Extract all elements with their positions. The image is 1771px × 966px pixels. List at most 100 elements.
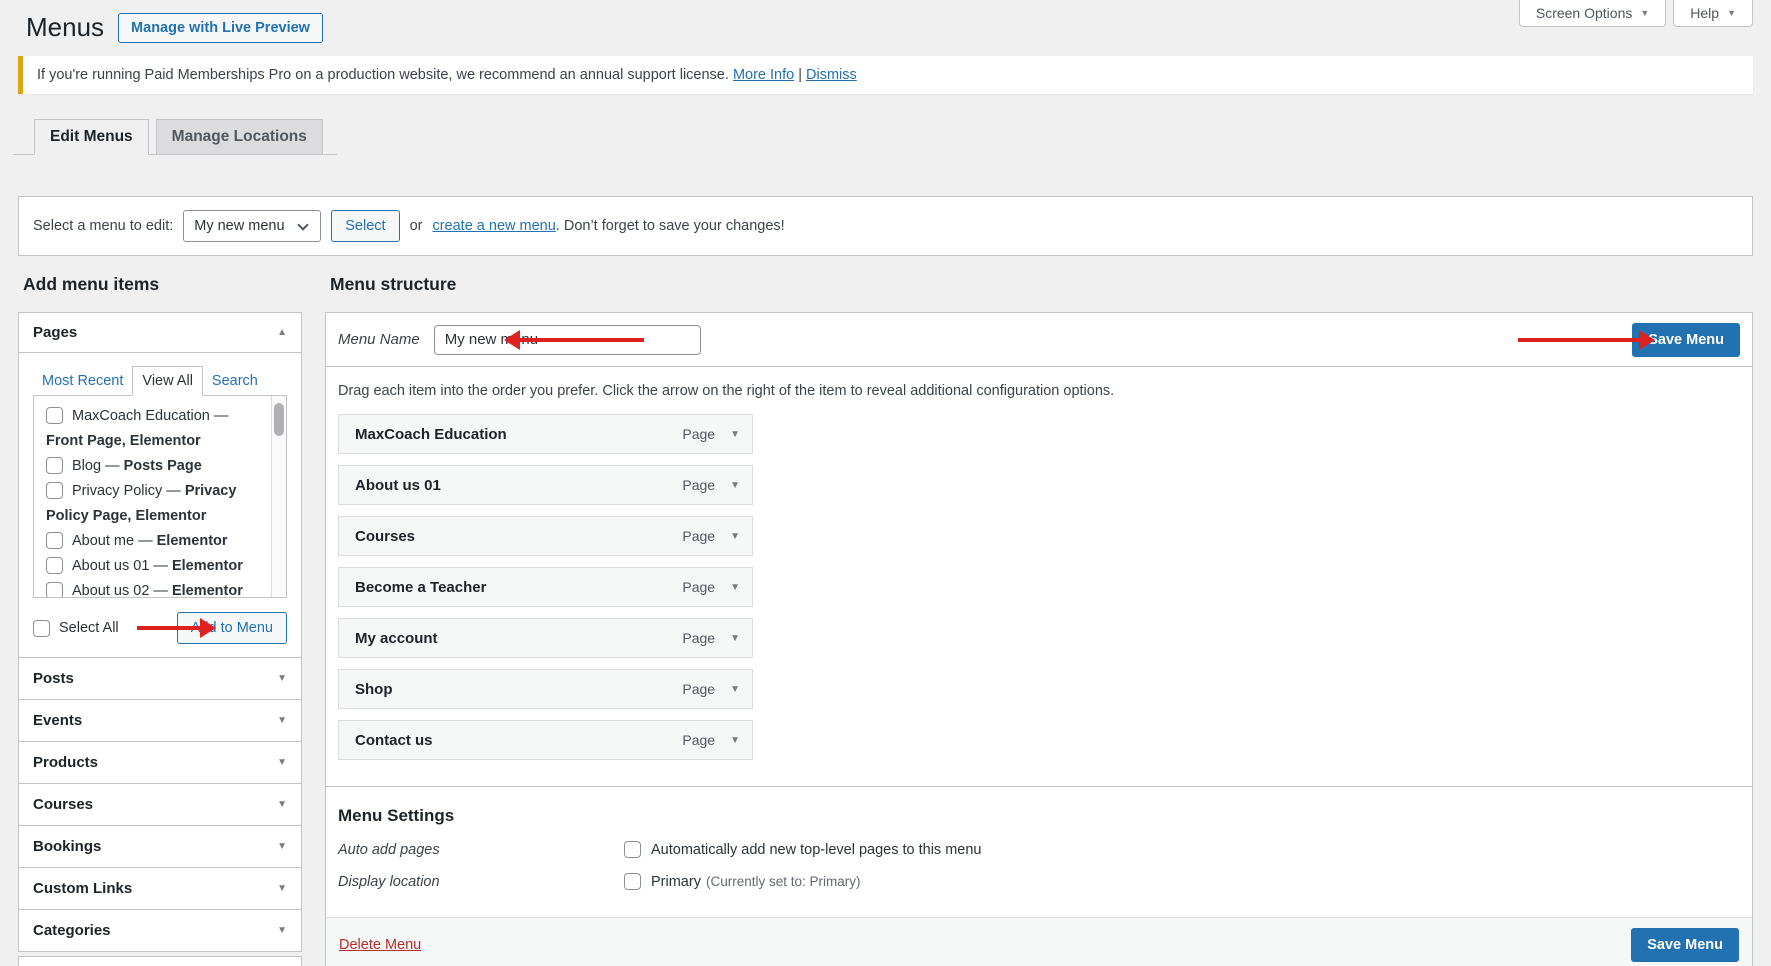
pages-panel-body: Most Recent View All Search MaxCoach Edu…	[19, 353, 301, 657]
menu-settings: Menu Settings Auto add pages Automatical…	[326, 786, 1752, 917]
primary-location-checkbox[interactable]	[624, 873, 641, 890]
menu-select-dropdown[interactable]: My new menu	[183, 210, 321, 242]
select-menu-label: Select a menu to edit:	[33, 218, 173, 234]
admin-notice: If you're running Paid Memberships Pro o…	[18, 56, 1753, 94]
pages-list: MaxCoach Education — Front Page, Element…	[33, 395, 287, 598]
menu-item-title: Shop	[339, 681, 393, 698]
page-item-label: MaxCoach Education —	[72, 408, 228, 424]
display-location-field[interactable]: Primary (Currently set to: Primary)	[624, 873, 860, 890]
chevron-up-icon[interactable]: ▲	[277, 327, 287, 338]
panel-title: Events	[33, 712, 82, 729]
pages-button-controls: Select All Add to Menu	[33, 612, 287, 644]
tab-edit-menus[interactable]: Edit Menus	[34, 119, 149, 155]
menu-item-bar[interactable]: Contact us Page ▼	[338, 720, 753, 760]
pages-panel-header[interactable]: Pages ▲	[19, 313, 301, 353]
menu-item-meta: Page▼	[682, 681, 752, 697]
auto-add-pages-checkbox[interactable]	[624, 841, 641, 858]
tab-most-recent[interactable]: Most Recent	[33, 367, 132, 395]
chevron-down-icon[interactable]: ▼	[730, 531, 740, 542]
more-info-link[interactable]: More Info	[733, 67, 794, 83]
menu-name-label: Menu Name	[338, 331, 420, 348]
page-item-checkbox[interactable]	[46, 457, 63, 474]
page-item-checkbox[interactable]	[46, 557, 63, 574]
panel-title: Products	[33, 754, 98, 771]
manage-live-preview-button[interactable]: Manage with Live Preview	[118, 13, 323, 43]
page-item-checkbox[interactable]	[46, 407, 63, 424]
page-item-checkbox[interactable]	[46, 582, 63, 598]
scrollbar-thumb[interactable]	[274, 403, 284, 436]
menu-item-type: Page	[682, 732, 715, 748]
menu-settings-heading: Menu Settings	[338, 806, 1740, 826]
dismiss-link[interactable]: Dismiss	[806, 67, 857, 83]
select-button[interactable]: Select	[331, 210, 399, 242]
tab-search[interactable]: Search	[203, 367, 267, 395]
auto-add-pages-field[interactable]: Automatically add new top-level pages to…	[624, 841, 981, 858]
chevron-down-icon[interactable]: ▼	[277, 715, 287, 726]
menu-item-title: Contact us	[339, 732, 433, 749]
menu-item-bar[interactable]: About us 01Page▼	[338, 465, 753, 505]
pages-panel-title: Pages	[33, 324, 77, 341]
chevron-down-icon[interactable]: ▼	[730, 684, 740, 695]
page-checkbox-item[interactable]: Blog — Posts Page	[46, 454, 262, 479]
panel-bookings[interactable]: Bookings ▼	[18, 825, 302, 868]
panel-title: Bookings	[33, 838, 101, 855]
help-button[interactable]: Help ▼	[1673, 0, 1753, 27]
page-item-checkbox[interactable]	[46, 482, 63, 499]
auto-add-pages-label: Auto add pages	[338, 841, 624, 858]
menu-item-type: Page	[682, 630, 715, 646]
chevron-down-icon[interactable]: ▼	[730, 429, 740, 440]
annotation-arrow-menu-name	[519, 338, 644, 342]
menu-item-bar[interactable]: Shop Page▼	[338, 669, 753, 709]
panel-categories[interactable]: Categories ▼	[18, 909, 302, 952]
page-checkbox-item[interactable]: Privacy Policy — Privacy Policy Page, El…	[46, 479, 262, 529]
menu-name-row: Menu Name Save Menu	[326, 313, 1752, 367]
tab-manage-locations[interactable]: Manage Locations	[156, 119, 323, 155]
chevron-down-icon[interactable]: ▼	[730, 633, 740, 644]
select-all-checkbox[interactable]	[33, 620, 50, 637]
menu-item-meta: Page▼	[682, 528, 752, 544]
add-menu-items-heading: Add menu items	[23, 274, 302, 295]
display-location-label: Display location	[338, 873, 624, 890]
screen-options-label: Screen Options	[1536, 5, 1633, 21]
tab-view-all[interactable]: View All	[132, 366, 203, 396]
page-item-label: About me —	[72, 533, 157, 549]
page-item-label: About us 02 —	[72, 583, 172, 598]
screen-options-button[interactable]: Screen Options ▼	[1519, 0, 1666, 27]
chevron-down-icon[interactable]: ▼	[277, 799, 287, 810]
page-checkbox-item[interactable]: About me — Elementor	[46, 529, 262, 554]
scrollbar-track[interactable]	[271, 396, 286, 597]
help-label: Help	[1690, 5, 1719, 21]
page-checkbox-item[interactable]: MaxCoach Education — Front Page, Element…	[46, 404, 262, 454]
pages-panel: Pages ▲ Most Recent View All Search MaxC…	[18, 312, 302, 658]
menu-item-bar[interactable]: MaxCoach EducationPage▼	[338, 414, 753, 454]
menu-item-bar[interactable]: Become a TeacherPage▼	[338, 567, 753, 607]
chevron-down-icon[interactable]: ▼	[730, 582, 740, 593]
menu-item-bar[interactable]: My accountPage▼	[338, 618, 753, 658]
chevron-down-icon[interactable]: ▼	[730, 735, 740, 746]
panel-courses[interactable]: Courses▼	[18, 783, 302, 826]
page-checkbox-item[interactable]: About us 01 — Elementor	[46, 554, 262, 579]
chevron-down-icon[interactable]: ▼	[277, 883, 287, 894]
chevron-down-icon[interactable]: ▼	[277, 841, 287, 852]
annotation-arrow-save-menu	[1518, 338, 1640, 342]
chevron-down-icon[interactable]: ▼	[277, 925, 287, 936]
chevron-down-icon[interactable]: ▼	[277, 757, 287, 768]
menu-select-value: My new menu	[194, 218, 284, 234]
create-new-menu-link[interactable]: create a new menu	[432, 218, 555, 234]
select-all[interactable]: Select All	[33, 620, 119, 637]
menu-item-bar[interactable]: CoursesPage▼	[338, 516, 753, 556]
panel-products[interactable]: Products ▼	[18, 741, 302, 784]
delete-menu-link[interactable]: Delete Menu	[339, 937, 421, 953]
panel-title: Custom Links	[33, 880, 132, 897]
panel-events[interactable]: Events ▼	[18, 699, 302, 742]
page-checkbox-item[interactable]: About us 02 — Elementor	[46, 579, 262, 598]
panel-posts[interactable]: Posts▼	[18, 657, 302, 700]
page-item-checkbox[interactable]	[46, 532, 63, 549]
chevron-down-icon[interactable]: ▼	[730, 480, 740, 491]
panel-title: Categories	[33, 922, 111, 939]
page-item-label: Blog —	[72, 458, 124, 474]
save-menu-button-bottom[interactable]: Save Menu	[1631, 928, 1739, 962]
chevron-down-icon[interactable]: ▼	[277, 673, 287, 684]
page-item-bold-label: Elementor	[172, 583, 243, 598]
panel-custom-links[interactable]: Custom Links ▼	[18, 867, 302, 910]
